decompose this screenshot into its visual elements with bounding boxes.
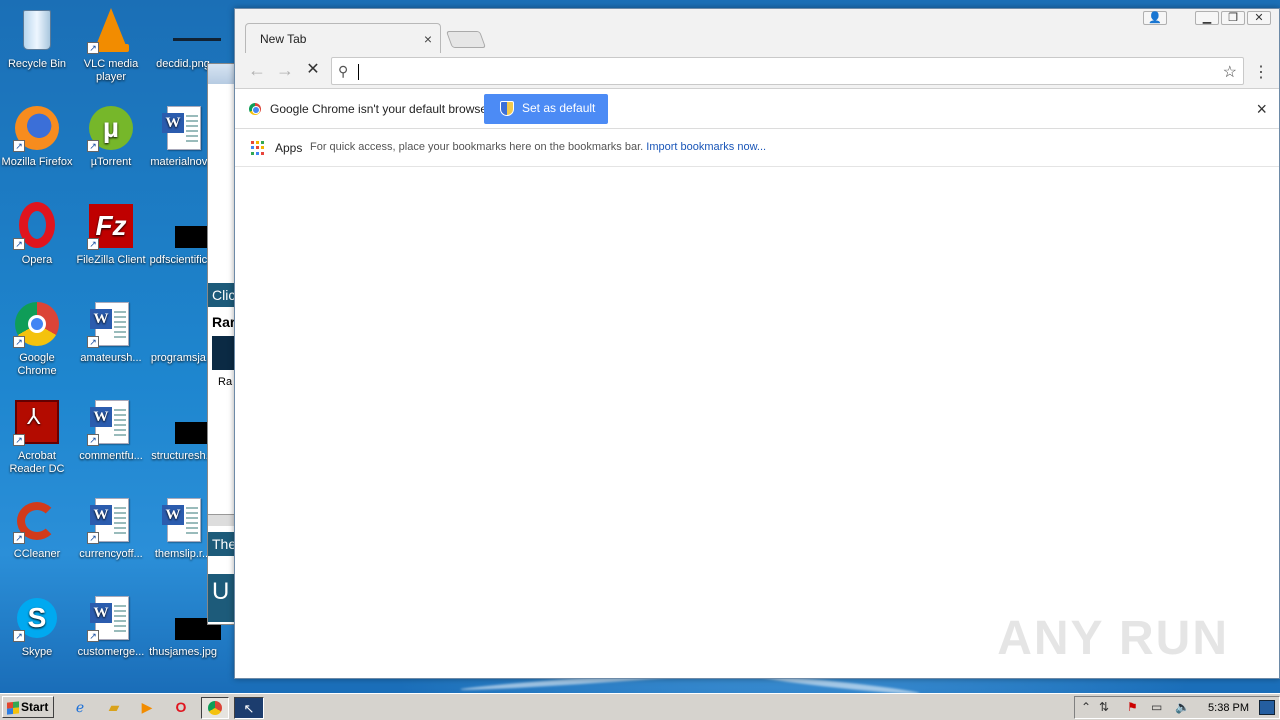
infobar-close-icon[interactable]: × xyxy=(1256,99,1267,120)
recycle-bin-icon xyxy=(13,6,61,54)
tab-title: New Tab xyxy=(260,32,307,46)
bookmark-star-icon[interactable]: ☆ xyxy=(1223,62,1237,82)
network-tray-icon[interactable]: ⇅ xyxy=(1099,700,1109,714)
desktop-icon-opera[interactable]: ↗ Opera xyxy=(0,202,74,267)
desktop-icon-image-file[interactable]: decdid.png xyxy=(146,6,221,71)
ccleaner-icon: ↗ xyxy=(13,496,61,544)
word-document-icon: ↗ xyxy=(87,300,135,348)
desktop-icon-word-doc[interactable]: ↗ customerge... xyxy=(74,594,148,659)
acrobat-icon: ⅄ ↗ xyxy=(13,398,61,446)
apps-grid-icon[interactable] xyxy=(251,141,265,155)
opera-taskbar-icon[interactable]: O xyxy=(169,697,193,719)
windows-logo-icon xyxy=(7,701,19,715)
apps-shortcut[interactable]: Apps xyxy=(275,141,302,155)
system-tray: ⌃ ⇅ ⚑ ▭ 🔈 5:38 PM xyxy=(1074,696,1280,719)
battery-tray-icon[interactable]: ▭ xyxy=(1151,700,1162,714)
window-controls: 👤 ▁ ❐ ✕ xyxy=(1143,11,1271,25)
tab-new-tab[interactable]: New Tab × xyxy=(245,23,441,53)
bookmarks-bar: Apps For quick access, place your bookma… xyxy=(235,129,1279,167)
image-file-icon xyxy=(159,398,221,446)
desktop-icon-utorrent[interactable]: µ ↗ µTorrent xyxy=(74,104,148,169)
clock[interactable]: 5:38 PM xyxy=(1208,702,1249,714)
filezilla-icon: Fz ↗ xyxy=(87,202,135,250)
desktop-icon-filezilla[interactable]: Fz ↗ FileZilla Client xyxy=(74,202,148,267)
set-as-default-button[interactable]: Set as default xyxy=(484,94,608,124)
desktop-icon-ccleaner[interactable]: ↗ CCleaner xyxy=(0,496,74,561)
desktop-icon-acrobat[interactable]: ⅄ ↗ Acrobat Reader DC xyxy=(0,398,74,476)
omnibox[interactable]: ⚲ ☆ xyxy=(331,57,1244,85)
import-bookmarks-link[interactable]: Import bookmarks now... xyxy=(646,141,766,153)
background-window-label: Ra xyxy=(218,376,233,388)
internet-explorer-icon[interactable]: ℯ xyxy=(68,697,92,719)
anyrun-watermark: ANY RUN xyxy=(997,612,1229,665)
forward-arrow-icon[interactable]: → xyxy=(275,61,295,81)
action-center-icon[interactable]: ⚑ xyxy=(1127,700,1138,714)
vlc-icon: ↗ xyxy=(87,6,135,54)
taskbar: Start ℯ ▰ ▶ O ↖ ⌃ ⇅ ⚑ ▭ 🔈 5:38 PM xyxy=(0,693,1280,720)
back-arrow-icon[interactable]: ← xyxy=(247,61,267,81)
new-tab-button[interactable] xyxy=(445,31,487,48)
desktop-icon-word-doc[interactable]: ↗ commentfu... xyxy=(74,398,148,463)
close-window-button[interactable]: ✕ xyxy=(1247,11,1271,25)
tray-expand-icon[interactable]: ⌃ xyxy=(1081,700,1091,714)
file-explorer-icon[interactable]: ▰ xyxy=(102,697,126,719)
word-document-icon xyxy=(159,104,207,152)
word-document-icon: ↗ xyxy=(87,594,135,642)
image-file-icon xyxy=(159,300,207,348)
word-document-icon xyxy=(159,496,207,544)
minimize-button[interactable]: ▁ xyxy=(1195,11,1219,25)
desktop-icon-word-doc[interactable]: ↗ currencyoff... xyxy=(74,496,148,561)
stop-loading-icon[interactable]: ✕ xyxy=(303,61,323,81)
chrome-menu-icon[interactable]: ⋮ xyxy=(1253,62,1269,82)
word-document-icon: ↗ xyxy=(87,496,135,544)
desktop-icon-recycle-bin[interactable]: Recycle Bin xyxy=(0,6,74,71)
restore-button[interactable]: ❐ xyxy=(1221,11,1245,25)
desktop-icon-skype[interactable]: S ↗ Skype xyxy=(0,594,74,659)
image-file-icon xyxy=(159,6,221,54)
chrome-logo-icon xyxy=(249,103,261,115)
opera-icon: ↗ xyxy=(13,202,61,250)
utorrent-icon: µ ↗ xyxy=(87,104,135,152)
default-browser-infobar: Google Chrome isn't your default browser… xyxy=(235,89,1279,129)
desktop-icon-word-doc[interactable]: ↗ amateursh... xyxy=(74,300,148,365)
image-file-icon xyxy=(159,202,221,250)
firefox-icon: ↗ xyxy=(13,104,61,152)
chrome-toolbar: ← → ✕ ⚲ ☆ ⋮ xyxy=(235,53,1279,89)
search-icon: ⚲ xyxy=(338,63,349,79)
image-file-icon xyxy=(159,594,221,642)
set-as-default-label: Set as default xyxy=(522,101,596,115)
desktop-icon-firefox[interactable]: ↗ Mozilla Firefox xyxy=(0,104,74,169)
shield-icon xyxy=(500,101,514,116)
desktop-icon-vlc[interactable]: ↗ VLC media player xyxy=(74,6,148,84)
show-desktop-button[interactable] xyxy=(1259,700,1275,715)
profile-icon[interactable]: 👤 xyxy=(1143,11,1167,25)
bookmarks-hint: For quick access, place your bookmarks h… xyxy=(310,141,767,153)
address-input[interactable] xyxy=(360,61,1200,81)
media-player-icon[interactable]: ▶ xyxy=(135,697,159,719)
chrome-window: New Tab × 👤 ▁ ❐ ✕ ← → ✕ ⚲ ☆ ⋮ Google Chr… xyxy=(234,8,1280,679)
background-window-text: Rar xyxy=(212,314,236,330)
chrome-taskbar-icon[interactable] xyxy=(201,697,229,719)
page-content: ANY RUN xyxy=(235,167,1279,678)
infobar-message: Google Chrome isn't your default browser… xyxy=(270,102,494,116)
skype-icon: S ↗ xyxy=(13,594,61,642)
desktop-icon-chrome[interactable]: ↗ Google Chrome xyxy=(0,300,74,378)
volume-icon[interactable]: 🔈 xyxy=(1175,700,1190,714)
start-button[interactable]: Start xyxy=(2,696,54,718)
tab-close-icon[interactable]: × xyxy=(424,31,432,47)
word-document-icon: ↗ xyxy=(87,398,135,446)
app-taskbar-icon[interactable]: ↖ xyxy=(234,697,264,719)
chrome-titlebar[interactable]: New Tab × 👤 ▁ ❐ ✕ xyxy=(235,9,1279,53)
chrome-icon: ↗ xyxy=(13,300,61,348)
text-caret xyxy=(358,64,359,80)
